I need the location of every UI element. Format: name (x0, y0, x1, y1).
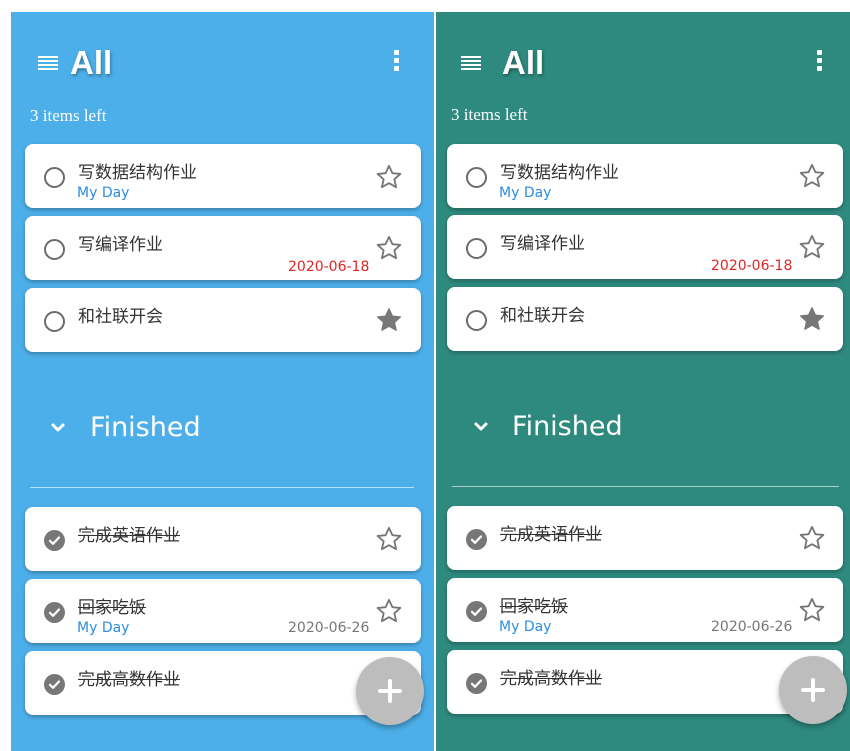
task-name: 完成高数作业 (78, 670, 180, 690)
star-outline-icon[interactable] (798, 524, 826, 552)
app-stage: All 3 items left 写数据结构作业 My Day 写编译作业 20… (0, 0, 850, 751)
complete-toggle-circle[interactable] (466, 167, 487, 188)
task-name: 和社联开会 (500, 306, 585, 326)
page-title: All (502, 44, 545, 81)
page-title: All (70, 44, 113, 81)
task-name: 完成英语作业 (500, 525, 602, 545)
section-divider (30, 487, 414, 488)
due-date: 2020-06-26 (711, 619, 793, 635)
star-outline-icon[interactable] (798, 162, 826, 190)
add-task-fab[interactable] (779, 656, 847, 724)
todo-panel-teal: All 3 items left 写数据结构作业 My Day 写编译作业 20… (436, 12, 850, 751)
task-card[interactable]: 写数据结构作业 My Day (25, 144, 421, 208)
task-name: 写编译作业 (500, 234, 585, 254)
star-outline-icon[interactable] (375, 597, 403, 625)
todo-panel-blue: All 3 items left 写数据结构作业 My Day 写编译作业 20… (11, 12, 434, 751)
task-name: 写数据结构作业 (78, 163, 197, 183)
checked-circle-icon[interactable] (44, 530, 65, 551)
due-date: 2020-06-18 (288, 259, 370, 275)
complete-toggle-circle[interactable] (44, 311, 65, 332)
finished-task-card[interactable]: 完成英语作业 (25, 507, 421, 571)
chevron-down-icon[interactable] (50, 422, 66, 434)
star-outline-icon[interactable] (798, 596, 826, 624)
task-name: 写编译作业 (78, 235, 163, 255)
finished-section-header[interactable]: Finished (11, 412, 434, 452)
star-outline-icon[interactable] (798, 233, 826, 261)
items-left-count: 3 items left (451, 105, 528, 124)
checked-circle-icon[interactable] (44, 674, 65, 695)
finished-section-header[interactable]: Finished (436, 411, 850, 451)
complete-toggle-circle[interactable] (466, 310, 487, 331)
task-name: 写数据结构作业 (500, 163, 619, 183)
hamburger-list-icon[interactable] (461, 56, 481, 72)
finished-task-card[interactable]: 回家吃饭 My Day 2020-06-26 (447, 578, 843, 642)
my-day-tag: My Day (499, 619, 552, 635)
task-card[interactable]: 写数据结构作业 My Day (447, 144, 843, 208)
hamburger-list-icon[interactable] (38, 56, 58, 72)
star-filled-icon[interactable] (375, 306, 403, 334)
my-day-tag: My Day (77, 185, 130, 201)
more-vertical-icon[interactable] (817, 50, 823, 74)
finished-task-card[interactable]: 完成英语作业 (447, 506, 843, 570)
items-left-count: 3 items left (30, 106, 107, 125)
finished-label: Finished (512, 411, 623, 442)
my-day-tag: My Day (77, 620, 130, 636)
more-vertical-icon[interactable] (394, 50, 400, 74)
checked-circle-icon[interactable] (466, 673, 487, 694)
complete-toggle-circle[interactable] (44, 167, 65, 188)
plus-icon (378, 679, 402, 703)
checked-circle-icon[interactable] (44, 602, 65, 623)
complete-toggle-circle[interactable] (466, 238, 487, 259)
finished-task-card[interactable]: 回家吃饭 My Day 2020-06-26 (25, 579, 421, 643)
finished-label: Finished (90, 412, 201, 443)
star-outline-icon[interactable] (375, 163, 403, 191)
task-name: 完成高数作业 (500, 669, 602, 689)
task-card[interactable]: 写编译作业 2020-06-18 (25, 216, 421, 280)
checked-circle-icon[interactable] (466, 601, 487, 622)
add-task-fab[interactable] (356, 657, 424, 725)
star-outline-icon[interactable] (375, 525, 403, 553)
section-divider (452, 486, 839, 487)
task-name: 完成英语作业 (78, 526, 180, 546)
star-outline-icon[interactable] (375, 234, 403, 262)
task-card[interactable]: 写编译作业 2020-06-18 (447, 215, 843, 279)
complete-toggle-circle[interactable] (44, 239, 65, 260)
due-date: 2020-06-26 (288, 620, 370, 636)
checked-circle-icon[interactable] (466, 529, 487, 550)
chevron-down-icon[interactable] (473, 421, 489, 433)
task-name: 和社联开会 (78, 307, 163, 327)
task-name: 回家吃饭 (500, 597, 568, 617)
task-card[interactable]: 和社联开会 (25, 288, 421, 352)
my-day-tag: My Day (499, 185, 552, 201)
plus-icon (801, 678, 825, 702)
task-name: 回家吃饭 (78, 598, 146, 618)
header: All (436, 44, 850, 100)
star-filled-icon[interactable] (798, 305, 826, 333)
header: All (11, 44, 434, 100)
due-date: 2020-06-18 (711, 258, 793, 274)
task-card[interactable]: 和社联开会 (447, 287, 843, 351)
